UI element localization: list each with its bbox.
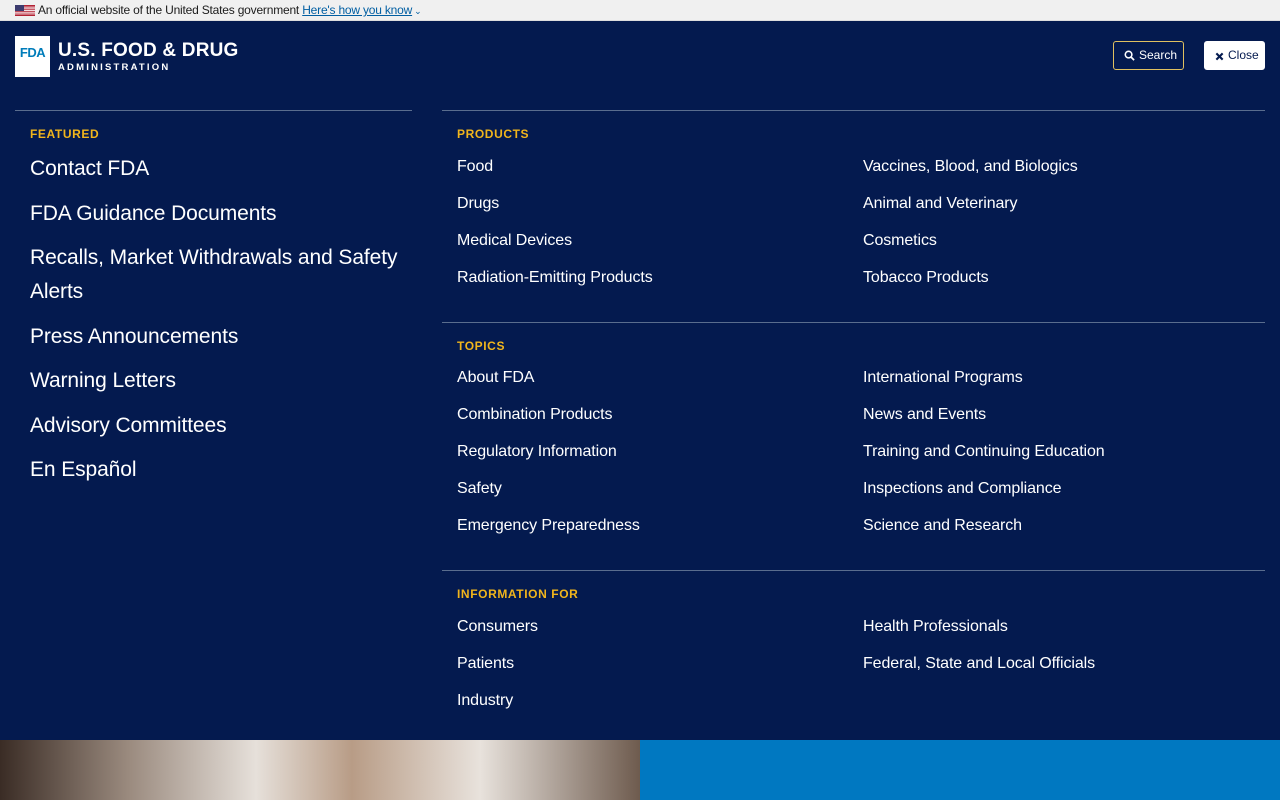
topics-link[interactable]: Safety [457, 480, 502, 498]
hero-panel [640, 740, 1280, 800]
products-link[interactable]: Drugs [457, 195, 499, 213]
close-icon [1215, 52, 1224, 61]
products-link[interactable]: Medical Devices [457, 232, 572, 250]
featured-link-press-announcements[interactable]: Press Announcements [30, 320, 410, 354]
information-for-link[interactable]: Consumers [457, 618, 538, 636]
products-link[interactable]: Tobacco Products [863, 269, 989, 287]
featured-heading: FEATURED [30, 127, 100, 141]
featured-link-contact-fda[interactable]: Contact FDA [30, 152, 410, 186]
information-for-link[interactable]: Health Professionals [863, 618, 1008, 636]
featured-link-en-espanol[interactable]: En Español [30, 453, 410, 487]
topics-link[interactable]: Regulatory Information [457, 443, 617, 461]
heres-how-you-know-link[interactable]: Here's how you know ⌄ [302, 3, 421, 17]
logo-subtitle: ADMINISTRATION [58, 62, 171, 73]
topics-link[interactable]: Science and Research [863, 517, 1022, 535]
products-link[interactable]: Food [457, 158, 493, 176]
products-link[interactable]: Cosmetics [863, 232, 937, 250]
featured-link-recalls[interactable]: Recalls, Market Withdrawals and Safety A… [30, 241, 410, 309]
fda-logo[interactable]: FDA U.S. FOOD & DRUG ADMINISTRATION [15, 36, 238, 78]
divider [442, 570, 1265, 571]
topics-heading: TOPICS [457, 339, 506, 353]
chevron-down-icon: ⌄ [414, 6, 422, 16]
divider [442, 110, 1265, 111]
products-link[interactable]: Vaccines, Blood, and Biologics [863, 158, 1078, 176]
information-for-link[interactable]: Industry [457, 692, 513, 710]
products-link[interactable]: Animal and Veterinary [863, 195, 1018, 213]
featured-link-advisory-committees[interactable]: Advisory Committees [30, 409, 410, 443]
close-button[interactable]: Close [1204, 41, 1265, 70]
featured-link-warning-letters[interactable]: Warning Letters [30, 364, 410, 398]
fda-logo-mark: FDA [15, 36, 50, 77]
hero-photo [0, 740, 640, 800]
us-flag-icon [15, 5, 35, 16]
information-for-link[interactable]: Federal, State and Local Officials [863, 655, 1095, 673]
logo-title: U.S. FOOD & DRUG [58, 40, 239, 61]
featured-link-guidance-documents[interactable]: FDA Guidance Documents [30, 197, 410, 231]
divider [15, 110, 412, 111]
topics-link[interactable]: Training and Continuing Education [863, 443, 1105, 461]
search-button[interactable]: Search [1113, 41, 1184, 70]
featured-list: Contact FDA FDA Guidance Documents Recal… [30, 152, 410, 498]
topics-link[interactable]: International Programs [863, 369, 1023, 387]
search-icon [1124, 50, 1135, 61]
information-for-link[interactable]: Patients [457, 655, 514, 673]
gov-banner: An official website of the United States… [0, 0, 1280, 21]
gov-banner-text: An official website of the United States… [38, 3, 300, 17]
topics-link[interactable]: About FDA [457, 369, 534, 387]
topics-link[interactable]: Combination Products [457, 406, 613, 424]
topics-link[interactable]: News and Events [863, 406, 986, 424]
products-heading: PRODUCTS [457, 127, 530, 141]
topics-link[interactable]: Inspections and Compliance [863, 480, 1062, 498]
information-for-heading: INFORMATION FOR [457, 587, 579, 601]
topics-link[interactable]: Emergency Preparedness [457, 517, 640, 535]
divider [442, 322, 1265, 323]
products-link[interactable]: Radiation-Emitting Products [457, 269, 653, 287]
